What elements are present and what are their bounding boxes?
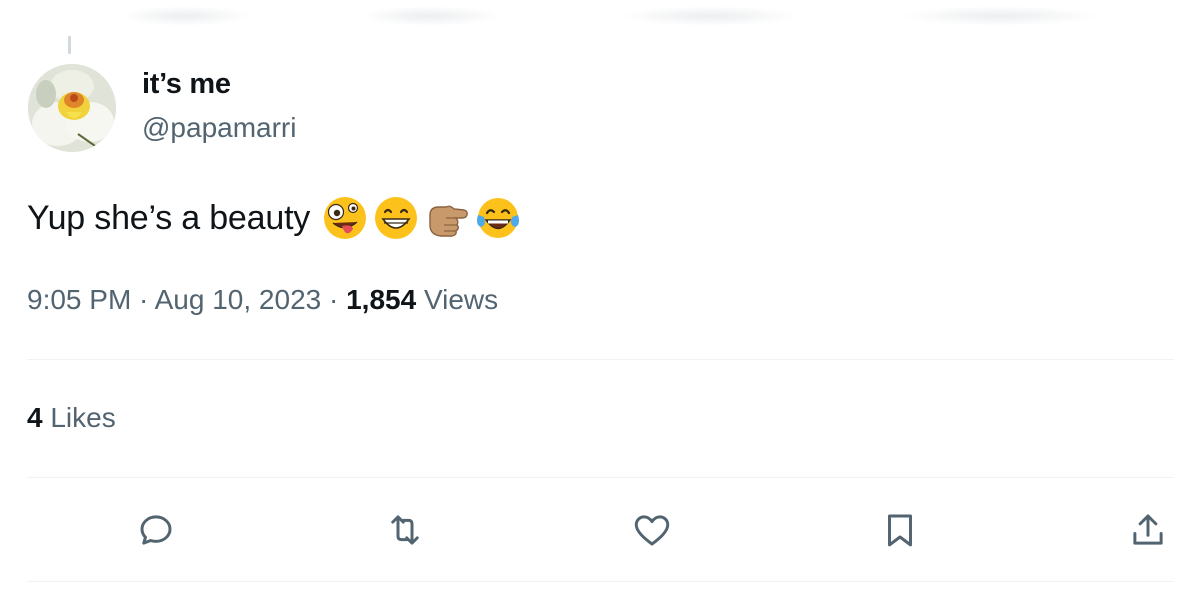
tweet-date[interactable]: Aug 10, 2023: [155, 284, 322, 315]
divider: [27, 477, 1174, 478]
tweet-text: Yup she’s a beauty: [27, 193, 521, 243]
faded-action: [900, 6, 1100, 26]
tweet-emojis: [322, 195, 521, 241]
bookmark-button[interactable]: [876, 506, 924, 554]
meta-separator: ·: [321, 284, 347, 315]
previous-tweet-actions-faded: [0, 0, 1200, 36]
reply-icon: [140, 515, 172, 545]
tweet-time[interactable]: 9:05 PM: [27, 284, 131, 315]
faded-action: [120, 6, 250, 26]
tweet-text-body: Yup she’s a beauty: [27, 198, 311, 237]
heart-icon: [634, 515, 670, 546]
share-icon: [1133, 514, 1163, 545]
retweet-button[interactable]: [381, 506, 429, 554]
views-label: Views: [423, 284, 499, 315]
likes-stat[interactable]: 4 Likes: [27, 402, 116, 434]
reply-button[interactable]: [132, 506, 180, 554]
likes-label: Likes: [50, 402, 116, 433]
pointing-hand-emoji-icon: [429, 205, 468, 237]
views-count: 1,854: [346, 284, 417, 315]
like-button[interactable]: [628, 506, 676, 554]
likes-count: 4: [27, 402, 43, 433]
faded-action: [360, 6, 500, 26]
tweet-meta: 9:05 PM · Aug 10, 2023 · 1,854 Views: [27, 284, 498, 316]
zany-face-emoji-icon: [324, 197, 367, 239]
author-handle[interactable]: @papamarri: [142, 112, 296, 144]
meta-separator: ·: [131, 284, 155, 315]
faded-action: [620, 6, 800, 26]
retweet-icon: [391, 515, 419, 545]
share-button[interactable]: [1124, 506, 1172, 554]
orchid-avatar-image: [28, 64, 116, 152]
grinning-face-emoji-icon: [375, 197, 418, 239]
avatar[interactable]: [28, 64, 116, 152]
divider: [27, 581, 1174, 582]
thread-connector-line: [68, 36, 71, 54]
author-display-name[interactable]: it’s me: [142, 68, 231, 101]
bookmark-icon: [888, 514, 912, 547]
tears-of-joy-emoji-icon: [477, 198, 520, 238]
divider: [27, 359, 1174, 360]
